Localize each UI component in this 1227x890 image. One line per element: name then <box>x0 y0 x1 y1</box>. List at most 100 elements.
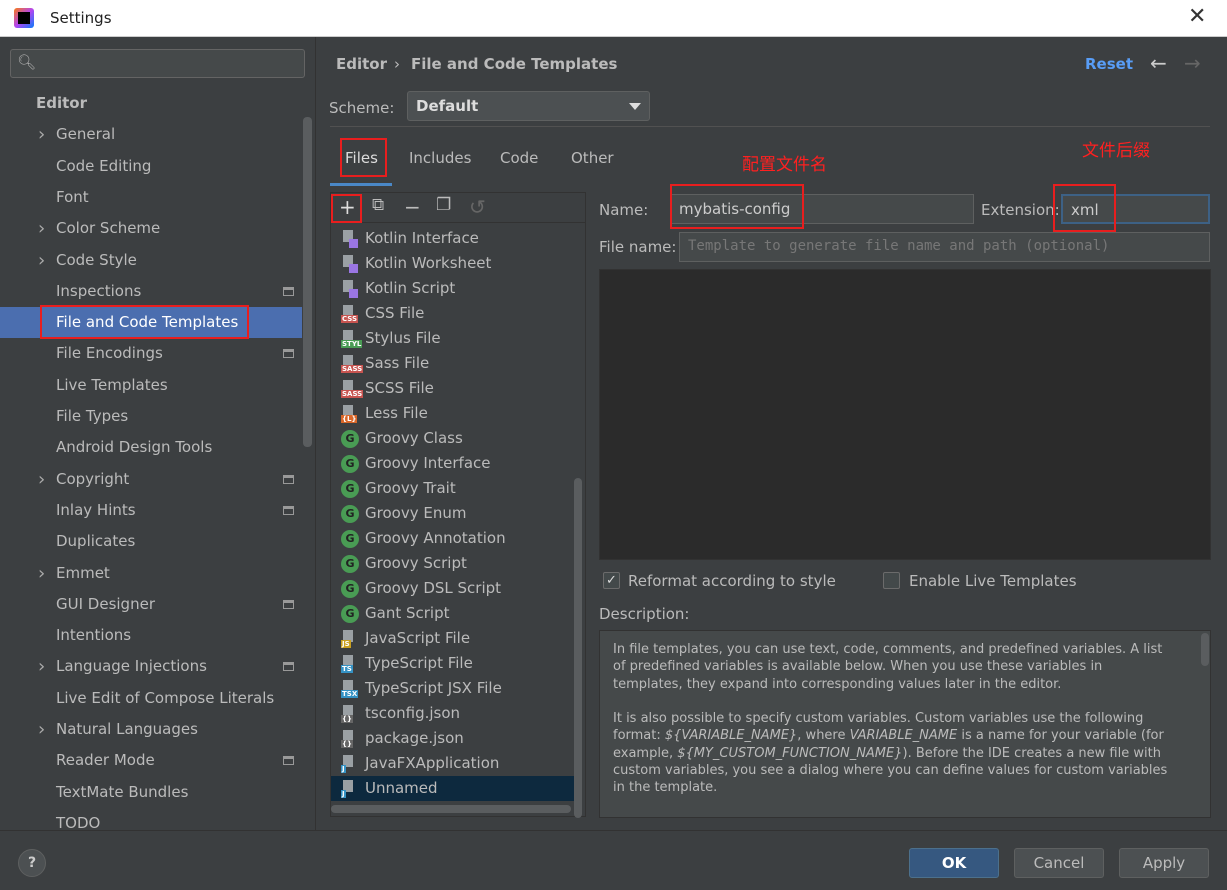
sidebar-item-live-edit-of-compose-literals[interactable]: Live Edit of Compose Literals <box>0 683 302 714</box>
tab-includes[interactable]: Includes <box>409 149 471 167</box>
sidebar-item-inlay-hints[interactable]: Inlay Hints <box>0 495 302 526</box>
description-paragraph-2: It is also possible to specify custom va… <box>613 711 1168 796</box>
template-list-item[interactable]: TS TypeScript File <box>331 651 574 676</box>
description-label: Description: <box>599 605 690 623</box>
template-list-item[interactable]: JS JavaScript File <box>331 626 574 651</box>
search-input[interactable]: 🔍︎ <box>10 49 305 78</box>
template-list-item[interactable]: G Groovy Enum <box>331 501 574 526</box>
template-name: Groovy Script <box>365 554 467 572</box>
sidebar-item-font[interactable]: Font <box>0 182 302 213</box>
sidebar-item-natural-languages[interactable]: › Natural Languages <box>0 714 302 745</box>
list-horizontal-scrollbar[interactable] <box>331 805 571 813</box>
doc-file-icon: CSS <box>341 305 359 323</box>
description-scrollbar[interactable] <box>1201 633 1209 666</box>
back-arrow-icon[interactable]: ← <box>1150 51 1167 75</box>
scheme-dropdown[interactable]: Default <box>407 91 650 121</box>
file-name-label: File name: <box>599 238 677 256</box>
template-name: TypeScript JSX File <box>365 679 502 697</box>
list-scrollbar[interactable] <box>574 478 582 818</box>
sidebar-item-language-injections[interactable]: › Language Injections <box>0 651 302 682</box>
sidebar-item-code-editing[interactable]: Code Editing <box>0 151 302 182</box>
sidebar-item-label: General <box>56 125 116 144</box>
dialog-footer: ? OK Cancel Apply <box>0 830 1227 890</box>
chevron-right-icon[interactable]: › <box>38 213 45 244</box>
sidebar-item-label: Code Style <box>56 250 137 269</box>
live-templates-checkbox[interactable] <box>883 572 900 589</box>
sidebar-item-android-design-tools[interactable]: Android Design Tools <box>0 432 302 463</box>
sidebar-item-general[interactable]: › General <box>0 119 302 150</box>
template-list-item[interactable]: {} package.json <box>331 726 574 751</box>
kotlin-file-icon <box>341 280 359 298</box>
sidebar-item-file-and-code-templates[interactable]: File and Code Templates <box>0 305 302 340</box>
reformat-label[interactable]: Reformat according to style <box>628 572 836 590</box>
cancel-button[interactable]: Cancel <box>1014 848 1104 878</box>
copy-template-button[interactable]: ❐ <box>436 195 451 215</box>
groovy-file-icon: G <box>341 480 359 498</box>
reset-template-button[interactable]: ↺ <box>469 195 486 219</box>
sidebar-item-file-encodings[interactable]: File Encodings <box>0 338 302 369</box>
remove-template-button[interactable]: − <box>404 195 421 219</box>
chevron-right-icon[interactable]: › <box>38 119 45 150</box>
annotation-box-name <box>670 184 804 229</box>
tab-other[interactable]: Other <box>571 149 614 167</box>
sidebar-item-inspections[interactable]: Inspections <box>0 276 302 307</box>
search-icon: 🔍︎ <box>17 53 37 71</box>
sidebar-item-file-types[interactable]: File Types <box>0 401 302 432</box>
sidebar-item-copyright[interactable]: › Copyright <box>0 464 302 495</box>
sidebar-item-reader-mode[interactable]: Reader Mode <box>0 745 302 776</box>
template-list-item[interactable]: {L} Less File <box>331 401 574 426</box>
template-list-item[interactable]: SASS Sass File <box>331 351 574 376</box>
template-list-item[interactable]: G Groovy Script <box>331 551 574 576</box>
reset-link[interactable]: Reset <box>1085 55 1133 73</box>
doc-file-icon: {L} <box>341 405 359 423</box>
template-list-item[interactable]: Kotlin Script <box>331 276 574 301</box>
template-list-item[interactable]: G Groovy Trait <box>331 476 574 501</box>
sidebar-item-code-style[interactable]: › Code Style <box>0 245 302 276</box>
ok-button[interactable]: OK <box>909 848 999 878</box>
sidebar-scrollbar[interactable] <box>303 117 312 447</box>
chevron-right-icon[interactable]: › <box>38 245 45 276</box>
template-list-item[interactable]: TSX TypeScript JSX File <box>331 676 574 701</box>
template-list-item[interactable]: G Groovy DSL Script <box>331 576 574 601</box>
template-list-item[interactable]: J JavaFXApplication <box>331 751 574 776</box>
doc-file-icon: J <box>341 780 359 798</box>
template-list-item[interactable]: J Unnamed <box>331 776 574 801</box>
create-child-template-button[interactable]: ⧉ <box>372 195 384 215</box>
sidebar-item-label: Copyright <box>56 469 130 488</box>
chevron-right-icon[interactable]: › <box>38 714 45 745</box>
chevron-right-icon[interactable]: › <box>38 464 45 495</box>
sidebar-item-gui-designer[interactable]: GUI Designer <box>0 589 302 620</box>
breadcrumb-editor[interactable]: Editor <box>336 55 387 73</box>
apply-button[interactable]: Apply <box>1119 848 1209 878</box>
template-name: Kotlin Worksheet <box>365 254 492 272</box>
template-list-item[interactable]: {} tsconfig.json <box>331 701 574 726</box>
chevron-right-icon[interactable]: › <box>38 558 45 589</box>
template-list-item[interactable]: G Groovy Interface <box>331 451 574 476</box>
template-list-item[interactable]: Kotlin Interface <box>331 226 574 251</box>
sidebar-item-duplicates[interactable]: Duplicates <box>0 526 302 557</box>
template-list-item[interactable]: STYL Stylus File <box>331 326 574 351</box>
template-list-item[interactable]: G Groovy Class <box>331 426 574 451</box>
tab-code[interactable]: Code <box>500 149 538 167</box>
sidebar-item-emmet[interactable]: › Emmet <box>0 558 302 589</box>
forward-arrow-icon[interactable]: → <box>1184 51 1201 75</box>
reformat-checkbox[interactable]: ✓ <box>603 572 620 589</box>
template-code-editor[interactable] <box>599 269 1211 560</box>
sidebar-item-intentions[interactable]: Intentions <box>0 620 302 651</box>
live-templates-label[interactable]: Enable Live Templates <box>909 572 1077 590</box>
sidebar-item-live-templates[interactable]: Live Templates <box>0 370 302 401</box>
sidebar-item-textmate-bundles[interactable]: TextMate Bundles <box>0 777 302 808</box>
template-list-item[interactable]: G Groovy Annotation <box>331 526 574 551</box>
groovy-file-icon: G <box>341 555 359 573</box>
template-list-item[interactable]: G Gant Script <box>331 601 574 626</box>
template-list-item[interactable]: CSS CSS File <box>331 301 574 326</box>
chevron-right-icon[interactable]: › <box>38 651 45 682</box>
template-list-item[interactable]: SASS SCSS File <box>331 376 574 401</box>
sidebar-item-editor[interactable]: Editor <box>0 88 302 119</box>
template-name: JavaFXApplication <box>365 754 500 772</box>
sidebar-item-color-scheme[interactable]: › Color Scheme <box>0 213 302 244</box>
help-button[interactable]: ? <box>18 849 46 877</box>
template-list-item[interactable]: Kotlin Worksheet <box>331 251 574 276</box>
file-name-input[interactable]: Template to generate file name and path … <box>679 232 1210 262</box>
close-icon[interactable]: ✕ <box>1188 4 1206 29</box>
